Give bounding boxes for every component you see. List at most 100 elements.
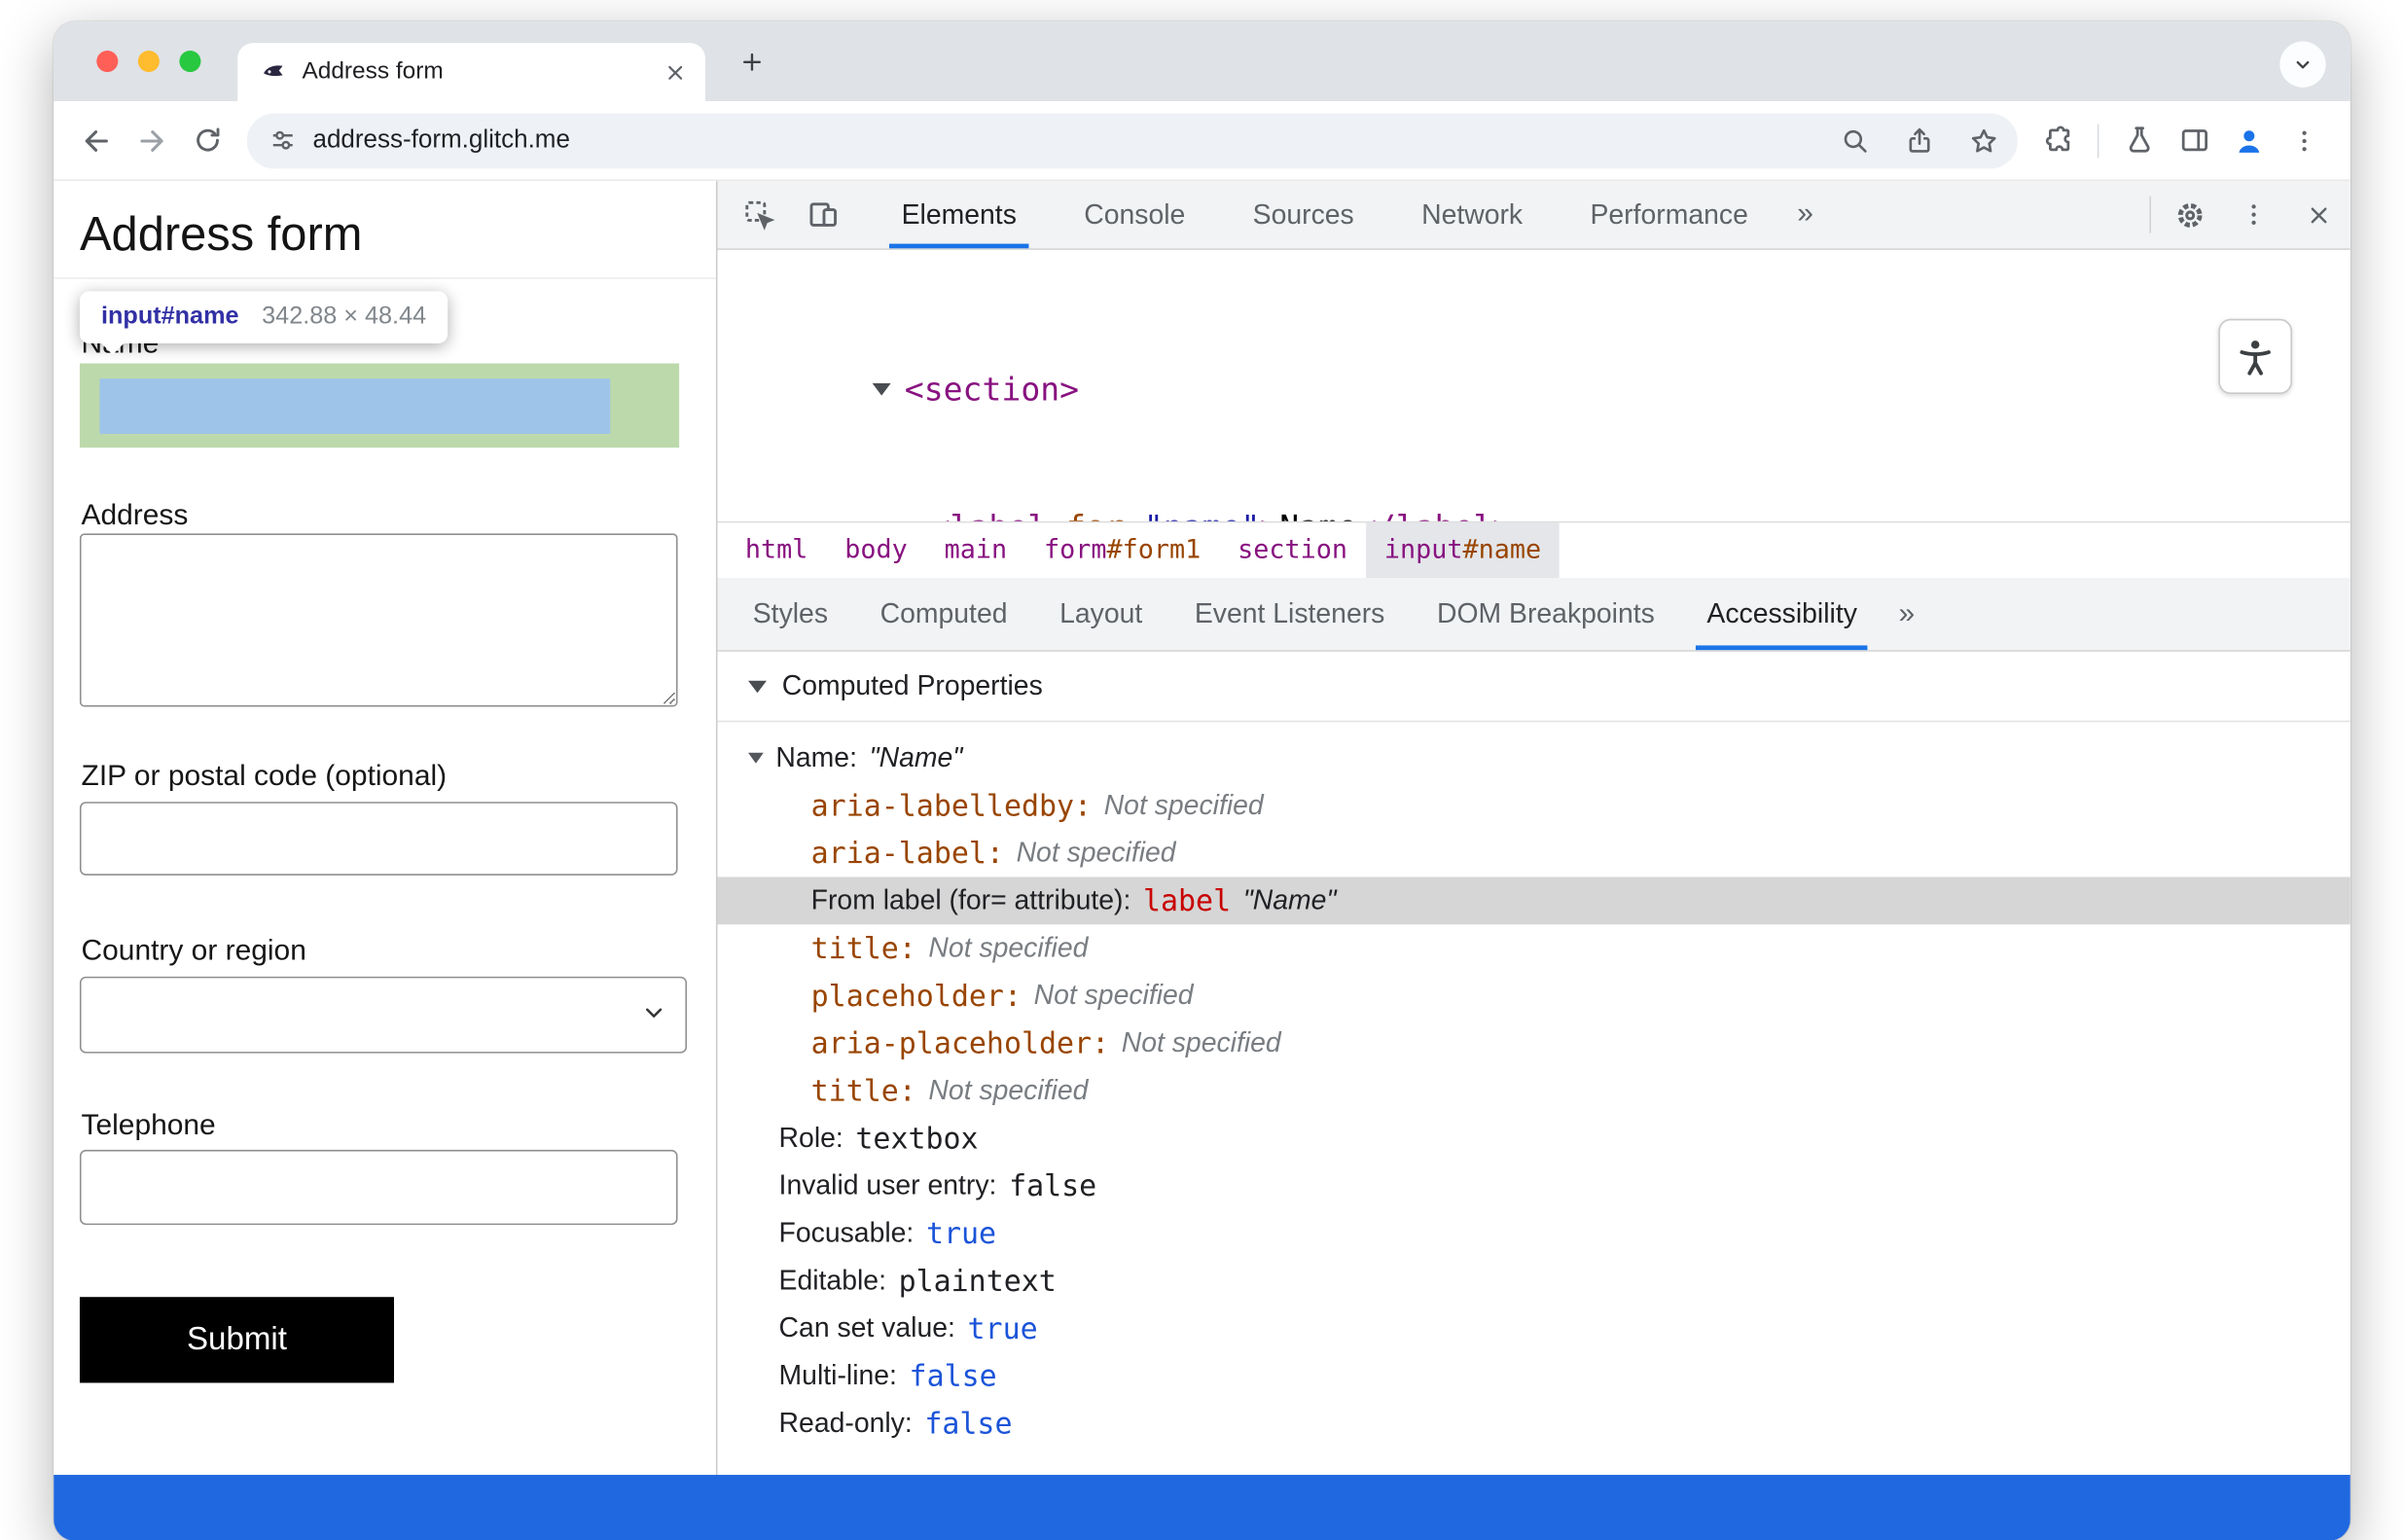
name-input[interactable] — [79, 363, 680, 448]
from-label-text: From label (for= attribute): — [810, 884, 1131, 915]
tab-accessibility[interactable]: Accessibility — [1681, 578, 1884, 651]
tab-event-listeners[interactable]: Event Listeners — [1168, 578, 1411, 650]
tab-favicon-icon — [259, 58, 286, 86]
devtools-toolbar: Elements Console Sources Network Perform… — [717, 180, 2350, 250]
a11y-detail-row: Role: textbox — [778, 1121, 979, 1156]
new-tab-button[interactable] — [727, 37, 775, 86]
country-label: Country or region — [81, 935, 306, 968]
country-select-wrap — [79, 976, 688, 1054]
sidebar-more-tabs-button[interactable]: » — [1884, 578, 1930, 650]
more-tabs-button[interactable]: » — [1782, 181, 1829, 248]
zoom-icon[interactable] — [1831, 116, 1880, 164]
devtools-settings-gear-icon[interactable] — [2157, 181, 2221, 248]
back-button[interactable] — [69, 113, 125, 168]
tab-styles[interactable]: Styles — [727, 578, 854, 650]
site-settings-icon[interactable] — [269, 125, 298, 155]
devtools-close-icon[interactable] — [2286, 181, 2350, 248]
disclosure-triangle-icon[interactable] — [872, 382, 891, 396]
devtools-toolbar-separator — [2149, 196, 2151, 233]
url-text: address-form.glitch.me — [312, 125, 570, 154]
breadcrumb-main[interactable]: main — [926, 522, 1025, 578]
a11y-detail-row: Read-only: false — [778, 1406, 1013, 1441]
window-content: Address form input#name 342.88 × 48.44 N… — [54, 180, 2350, 1476]
tree-line-label[interactable]: <label for="name">Name</label> — [718, 504, 2350, 521]
close-window-button[interactable] — [96, 51, 119, 73]
inspect-tooltip: input#name 342.88 × 48.44 — [79, 291, 449, 344]
disclosure-triangle-icon[interactable] — [748, 752, 764, 764]
a11y-prop-row[interactable]: aria-labelledby: Not specified — [718, 782, 2350, 830]
a11y-detail-row: Multi-line: false — [778, 1359, 997, 1393]
bookmark-star-icon[interactable] — [1959, 116, 2008, 164]
breadcrumb-body[interactable]: body — [826, 522, 925, 578]
accessibility-pane: Computed Properties Name: "Name" aria-la… — [717, 652, 2350, 1475]
tab-console[interactable]: Console — [1051, 181, 1219, 248]
browser-menu-icon[interactable] — [2277, 113, 2332, 168]
side-panel-icon[interactable] — [2167, 113, 2222, 168]
a11y-name-row[interactable]: Name: "Name" — [718, 734, 2350, 782]
submit-button[interactable]: Submit — [79, 1297, 395, 1383]
a11y-from-label-row[interactable]: From label (for= attribute): label "Name… — [717, 877, 2350, 925]
a11y-detail-row: Focusable: true — [778, 1216, 997, 1251]
browser-window: Address form address-form.glitch.me Addr… — [54, 21, 2350, 1540]
devtools-tab-bar: Elements Console Sources Network Perform… — [868, 181, 1829, 249]
tab-title: Address form — [302, 57, 444, 85]
zip-label: ZIP or postal code (optional) — [81, 760, 448, 793]
tab-dom-breakpoints[interactable]: DOM Breakpoints — [1411, 578, 1680, 650]
a11y-prop-row[interactable]: title: Not specified — [718, 1067, 2350, 1115]
devtools-menu-kebab-icon[interactable] — [2221, 181, 2285, 248]
browser-tab[interactable]: Address form — [237, 43, 705, 102]
tab-computed[interactable]: Computed — [854, 578, 1033, 650]
a11y-prop-row[interactable]: aria-label: Not specified — [718, 830, 2350, 877]
a11y-prop-row[interactable]: title: Not specified — [718, 924, 2350, 972]
tree-line-section-open[interactable]: <section> — [718, 367, 2350, 412]
toolbar-separator — [2097, 123, 2099, 158]
computed-properties-header[interactable]: Computed Properties — [717, 652, 2350, 723]
minimize-window-button[interactable] — [137, 51, 160, 73]
tab-strip: Address form — [54, 21, 2350, 102]
beaker-icon[interactable] — [2111, 113, 2167, 168]
share-icon[interactable] — [1895, 116, 1944, 164]
computed-properties-title: Computed Properties — [781, 669, 1043, 701]
tab-network[interactable]: Network — [1387, 181, 1556, 248]
forward-button[interactable] — [125, 113, 180, 168]
address-label: Address — [81, 499, 189, 532]
country-select[interactable] — [79, 976, 688, 1054]
breadcrumb-input-name[interactable]: input #name — [1365, 522, 1561, 579]
toggle-device-toolbar-icon[interactable] — [791, 181, 855, 248]
screenshot-root: Address form address-form.glitch.me Addr… — [0, 0, 2404, 1540]
telephone-input[interactable] — [79, 1149, 678, 1226]
telephone-label: Telephone — [81, 1109, 216, 1143]
tab-elements[interactable]: Elements — [868, 181, 1051, 249]
tab-search-button[interactable] — [2279, 41, 2326, 88]
inspect-element-icon[interactable] — [727, 181, 791, 248]
window-controls — [96, 51, 201, 73]
stage: Address form address-form.glitch.me Addr… — [0, 0, 2404, 1540]
sidebar-tab-bar: Styles Computed Layout Event Listeners D… — [717, 578, 2350, 652]
breadcrumb-form[interactable]: form #form1 — [1025, 522, 1219, 578]
zip-input[interactable] — [79, 802, 678, 876]
desktop-wallpaper-strip — [54, 1475, 2350, 1540]
tab-layout[interactable]: Layout — [1033, 578, 1168, 650]
breadcrumb-section[interactable]: section — [1219, 522, 1366, 578]
browser-toolbar: address-form.glitch.me — [54, 101, 2350, 181]
reload-button[interactable] — [179, 113, 234, 168]
breadcrumb: html body main form #form1 section input #… — [717, 520, 2350, 579]
breadcrumb-html[interactable]: html — [727, 522, 826, 578]
tab-sources[interactable]: Sources — [1219, 181, 1387, 248]
address-bar[interactable]: address-form.glitch.me — [246, 112, 2018, 168]
disclosure-triangle-icon[interactable] — [748, 679, 767, 693]
tab-close-icon[interactable] — [664, 60, 687, 84]
a11y-prop-row[interactable]: placeholder: Not specified — [718, 972, 2350, 1020]
zoom-window-button[interactable] — [179, 51, 201, 73]
tooltip-dimensions: 342.88 × 48.44 — [262, 304, 427, 330]
address-textarea[interactable] — [79, 533, 678, 707]
a11y-detail-row: Can set value: true — [778, 1311, 1038, 1345]
a11y-name-value: "Name" — [869, 741, 963, 773]
extensions-icon[interactable] — [2029, 113, 2085, 168]
profile-avatar-icon[interactable] — [2221, 113, 2277, 168]
a11y-prop-row[interactable]: aria-placeholder: Not specified — [718, 1020, 2350, 1067]
accessibility-overlay-button[interactable] — [2218, 318, 2292, 395]
elements-tree: <section> <label for="name">Name</label>… — [718, 250, 2350, 521]
tab-performance[interactable]: Performance — [1557, 181, 1782, 248]
accessibility-rows: Name: "Name" aria-labelledby: Not specifi… — [717, 722, 2350, 1447]
